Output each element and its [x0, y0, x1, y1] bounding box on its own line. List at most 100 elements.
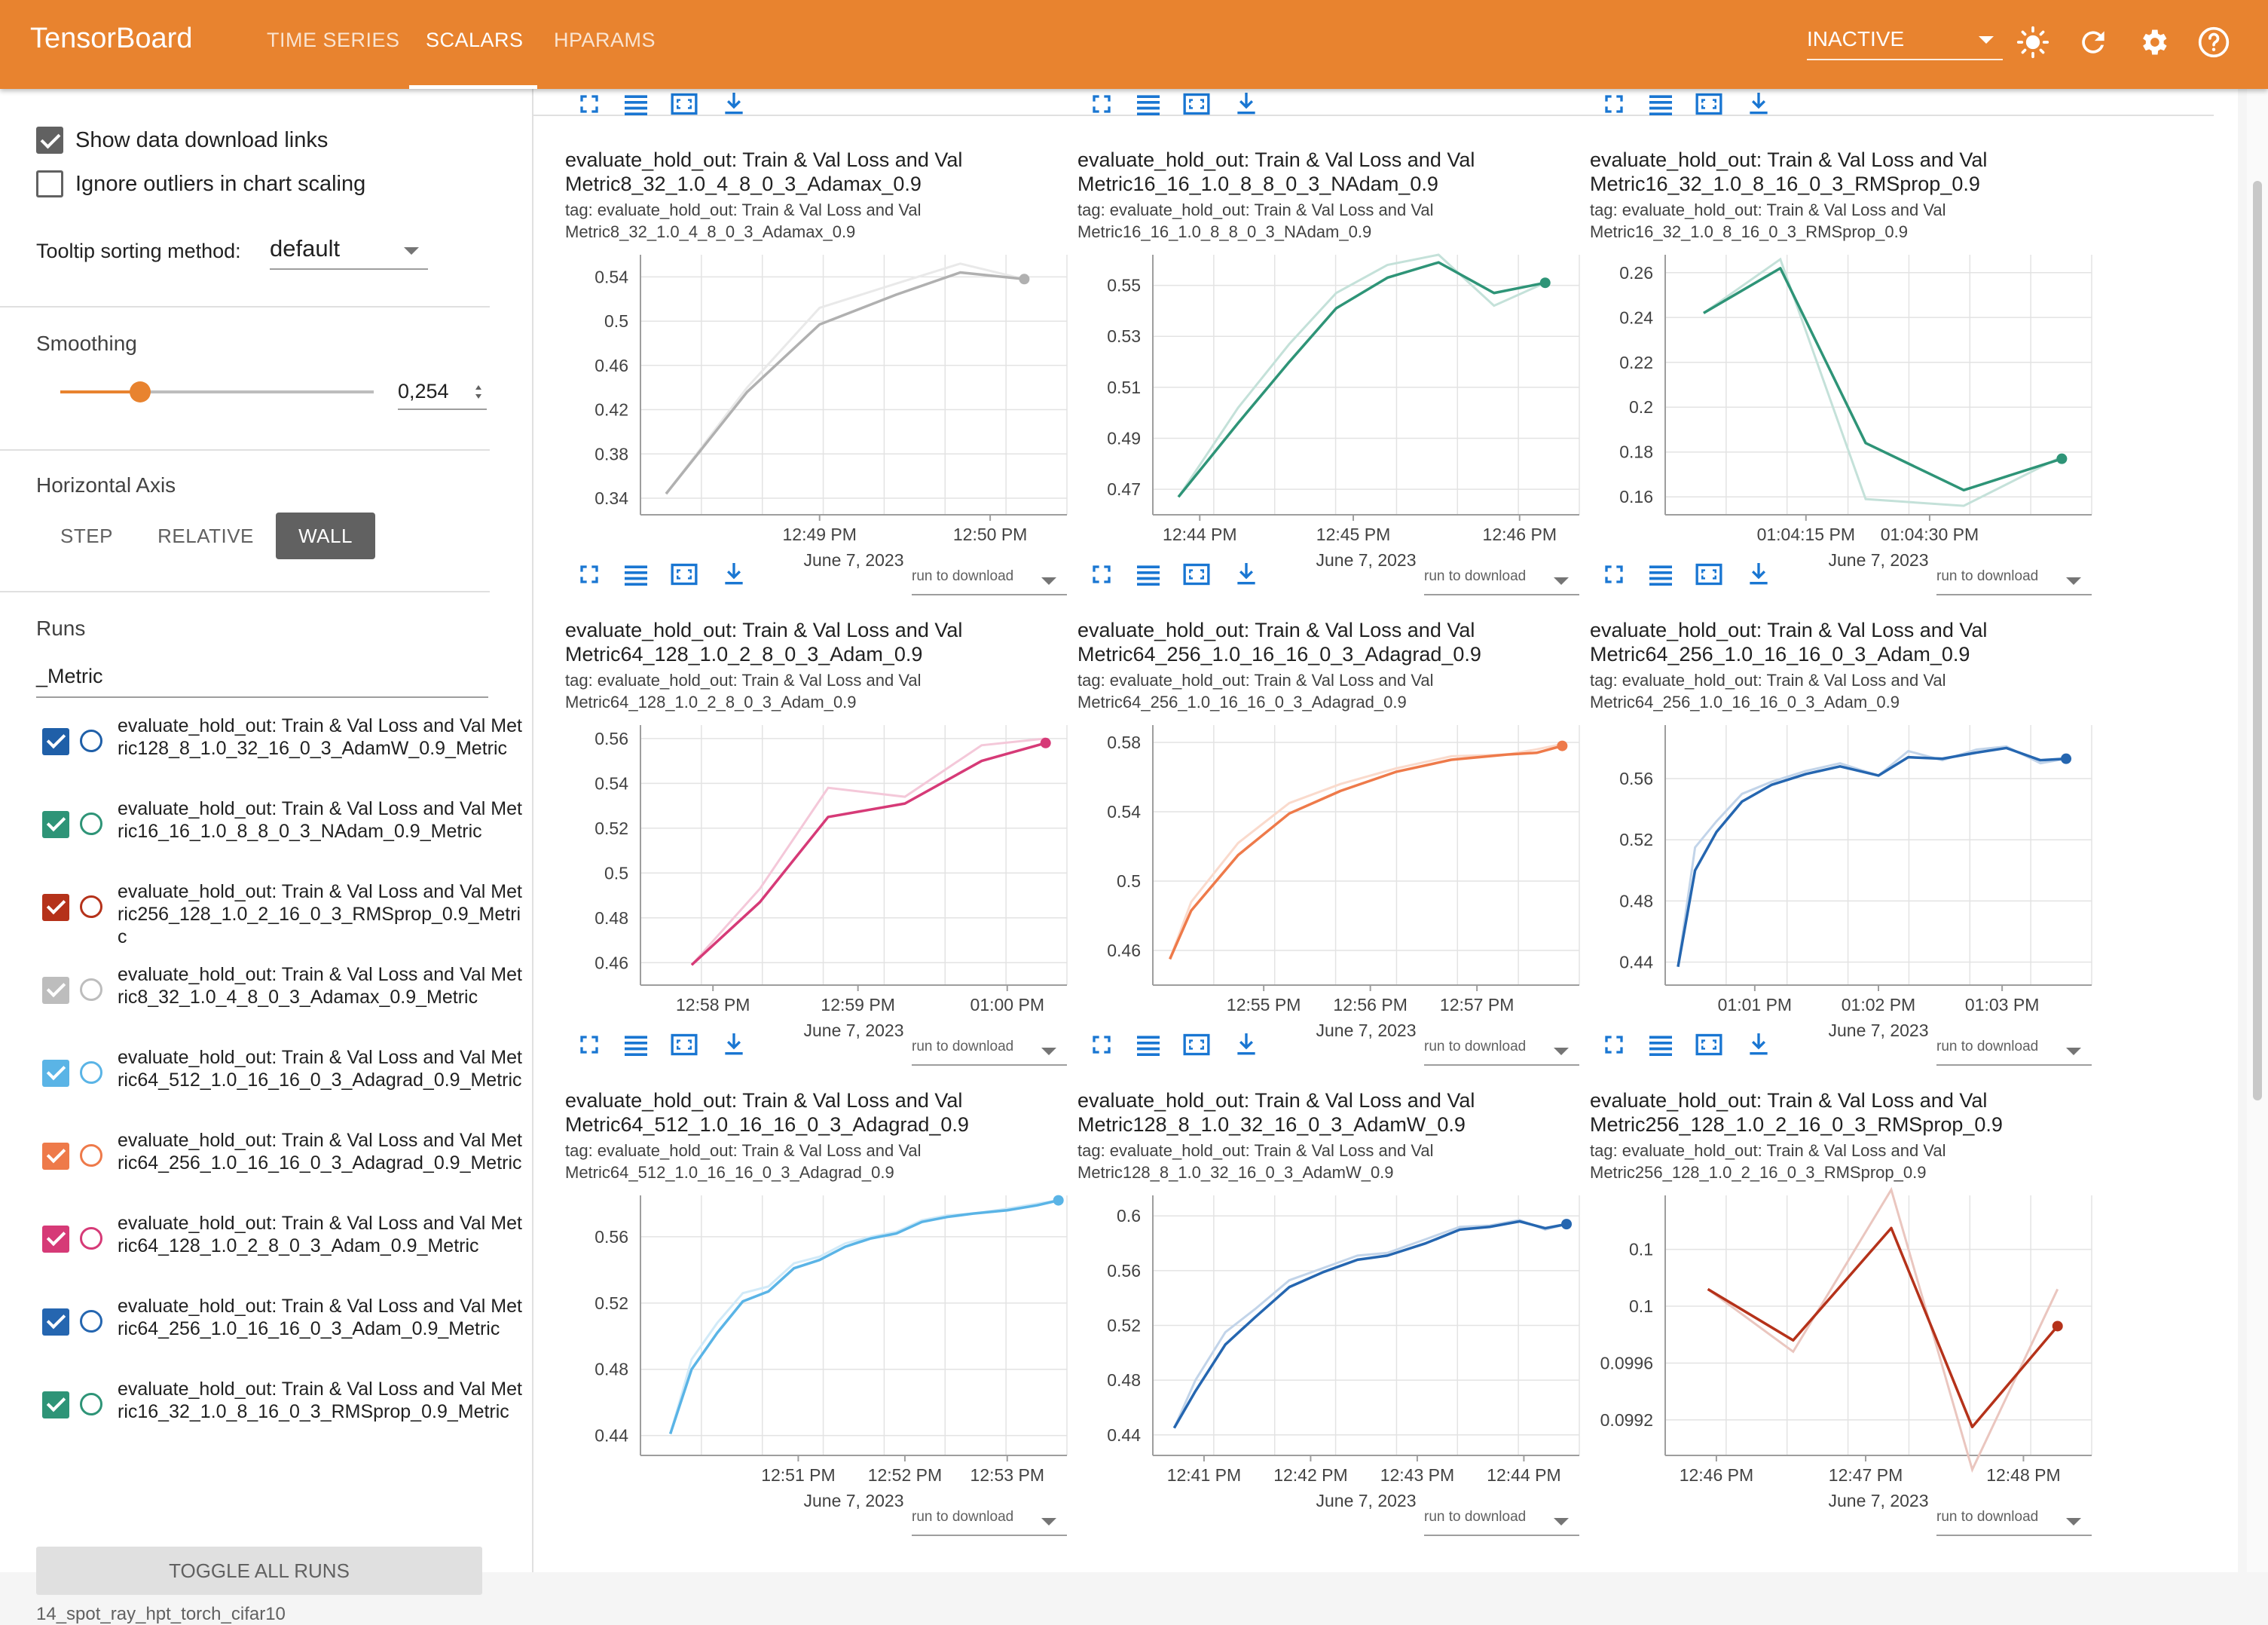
- run-checkbox[interactable]: [42, 894, 69, 921]
- download-icon[interactable]: [719, 89, 749, 119]
- download-icon[interactable]: [719, 559, 749, 589]
- run-item[interactable]: evaluate_hold_out: Train & Val Loss and …: [36, 1046, 522, 1129]
- chart-card: evaluate_hold_out: Train & Val Loss and …: [565, 89, 1068, 595]
- run-checkbox[interactable]: [42, 811, 69, 838]
- run-item[interactable]: evaluate_hold_out: Train & Val Loss and …: [36, 1295, 522, 1378]
- run-item[interactable]: evaluate_hold_out: Train & Val Loss and …: [36, 1129, 522, 1212]
- axis-step-button[interactable]: STEP: [45, 513, 128, 559]
- run-item[interactable]: evaluate_hold_out: Train & Val Loss and …: [36, 880, 522, 963]
- fullscreen-icon[interactable]: [1599, 559, 1629, 589]
- run-item[interactable]: evaluate_hold_out: Train & Val Loss and …: [36, 963, 522, 1046]
- fullscreen-icon[interactable]: [574, 89, 604, 119]
- last-point-marker: [1557, 740, 1568, 751]
- fullscreen-icon[interactable]: [574, 559, 604, 589]
- smoothing-input[interactable]: 0,254: [398, 377, 487, 410]
- x-tick-label: 12:47 PM: [1829, 1465, 1903, 1485]
- run-color-swatch[interactable]: [80, 895, 102, 918]
- download-icon[interactable]: [1231, 1030, 1261, 1060]
- help-icon[interactable]: [2197, 26, 2230, 59]
- toggle-log-scale-icon[interactable]: [621, 559, 651, 589]
- run-color-swatch[interactable]: [80, 1061, 102, 1084]
- smoothing-slider-thumb[interactable]: [130, 381, 151, 402]
- run-to-download-select[interactable]: run to download: [1936, 1509, 2092, 1536]
- tab-hparams[interactable]: HPARAMS: [554, 29, 656, 52]
- run-color-swatch[interactable]: [80, 1227, 102, 1250]
- x-tick-label: 12:44 PM: [1163, 525, 1236, 544]
- download-icon[interactable]: [719, 1030, 749, 1060]
- run-color-swatch[interactable]: [80, 730, 102, 752]
- run-to-download-select[interactable]: run to download: [1424, 1509, 1579, 1536]
- download-icon[interactable]: [1744, 89, 1774, 119]
- toggle-log-scale-icon[interactable]: [1133, 559, 1163, 589]
- run-checkbox[interactable]: [42, 977, 69, 1004]
- run-to-download-select[interactable]: run to download: [912, 1509, 1067, 1536]
- runs-filter-input[interactable]: _Metric: [36, 660, 488, 698]
- run-checkbox[interactable]: [42, 1143, 69, 1170]
- fit-domain-icon[interactable]: [669, 559, 699, 589]
- fit-domain-icon[interactable]: [1694, 559, 1724, 589]
- fit-domain-icon[interactable]: [669, 1030, 699, 1060]
- toggle-log-scale-icon[interactable]: [1646, 89, 1676, 119]
- stepper-icon[interactable]: [473, 383, 484, 401]
- fit-domain-icon[interactable]: [1181, 1030, 1212, 1060]
- fullscreen-icon[interactable]: [1599, 1030, 1629, 1060]
- toggle-log-scale-icon[interactable]: [1133, 1030, 1163, 1060]
- download-icon[interactable]: [1231, 559, 1261, 589]
- show-download-links-checkbox[interactable]: [36, 127, 63, 154]
- run-item[interactable]: evaluate_hold_out: Train & Val Loss and …: [36, 797, 522, 880]
- brightness-icon[interactable]: [2016, 26, 2049, 59]
- run-checkbox[interactable]: [42, 1060, 69, 1087]
- run-color-swatch[interactable]: [80, 1393, 102, 1415]
- fit-domain-icon[interactable]: [1181, 559, 1212, 589]
- fit-domain-icon[interactable]: [1694, 1030, 1724, 1060]
- tab-time-series[interactable]: TIME SERIES: [267, 29, 400, 52]
- x-tick-label: 12:52 PM: [868, 1465, 942, 1485]
- scrollbar-thumb[interactable]: [2253, 181, 2262, 1100]
- tab-scalars[interactable]: SCALARS: [426, 29, 524, 52]
- axis-relative-button[interactable]: RELATIVE: [151, 513, 261, 559]
- download-icon[interactable]: [1231, 89, 1261, 119]
- fit-domain-icon[interactable]: [1181, 89, 1212, 119]
- smoothed-series-line: [668, 1198, 1059, 1434]
- fit-domain-icon[interactable]: [669, 89, 699, 119]
- run-item[interactable]: evaluate_hold_out: Train & Val Loss and …: [36, 1212, 522, 1295]
- run-color-swatch[interactable]: [80, 978, 102, 1001]
- run-checkbox[interactable]: [42, 1226, 69, 1253]
- refresh-icon[interactable]: [2077, 26, 2110, 59]
- reload-mode-select[interactable]: INACTIVE: [1807, 27, 2003, 60]
- experiment-name: 14_spot_ray_hpt_torch_cifar10: [36, 1604, 286, 1624]
- y-tick-label: 0.52: [1619, 830, 1653, 849]
- x-tick-label: 12:58 PM: [676, 995, 750, 1014]
- toggle-log-scale-icon[interactable]: [621, 1030, 651, 1060]
- run-checkbox[interactable]: [42, 728, 69, 755]
- toggle-log-scale-icon[interactable]: [1646, 1030, 1676, 1060]
- ignore-outliers-checkbox[interactable]: [36, 170, 63, 197]
- toggle-log-scale-icon[interactable]: [1646, 559, 1676, 589]
- run-color-swatch[interactable]: [80, 812, 102, 835]
- toggle-log-scale-icon[interactable]: [1133, 89, 1163, 119]
- axis-wall-button[interactable]: WALL: [276, 513, 375, 559]
- smoothed-series-line: [665, 271, 1025, 495]
- download-icon[interactable]: [1744, 559, 1774, 589]
- fullscreen-icon[interactable]: [574, 1030, 604, 1060]
- horizontal-axis-label: Horizontal Axis: [36, 473, 176, 497]
- run-to-download-label: run to download: [1936, 1509, 2039, 1525]
- run-color-swatch[interactable]: [80, 1144, 102, 1167]
- run-checkbox[interactable]: [42, 1308, 69, 1336]
- fullscreen-icon[interactable]: [1087, 559, 1117, 589]
- tooltip-sorting-select[interactable]: default: [270, 234, 428, 270]
- run-color-swatch[interactable]: [80, 1310, 102, 1333]
- toggle-all-runs-button[interactable]: TOGGLE ALL RUNS: [36, 1547, 482, 1595]
- run-checkbox[interactable]: [42, 1391, 69, 1418]
- y-tick-label: 0.56: [1619, 769, 1653, 788]
- download-icon[interactable]: [1744, 1030, 1774, 1060]
- fullscreen-icon[interactable]: [1599, 89, 1629, 119]
- fit-domain-icon[interactable]: [1694, 89, 1724, 119]
- settings-icon[interactable]: [2137, 26, 2170, 59]
- toggle-log-scale-icon[interactable]: [621, 89, 651, 119]
- raw-series-line: [1172, 1219, 1567, 1429]
- fullscreen-icon[interactable]: [1087, 1030, 1117, 1060]
- run-item[interactable]: evaluate_hold_out: Train & Val Loss and …: [36, 1378, 522, 1461]
- fullscreen-icon[interactable]: [1087, 89, 1117, 119]
- run-item[interactable]: evaluate_hold_out: Train & Val Loss and …: [36, 715, 522, 797]
